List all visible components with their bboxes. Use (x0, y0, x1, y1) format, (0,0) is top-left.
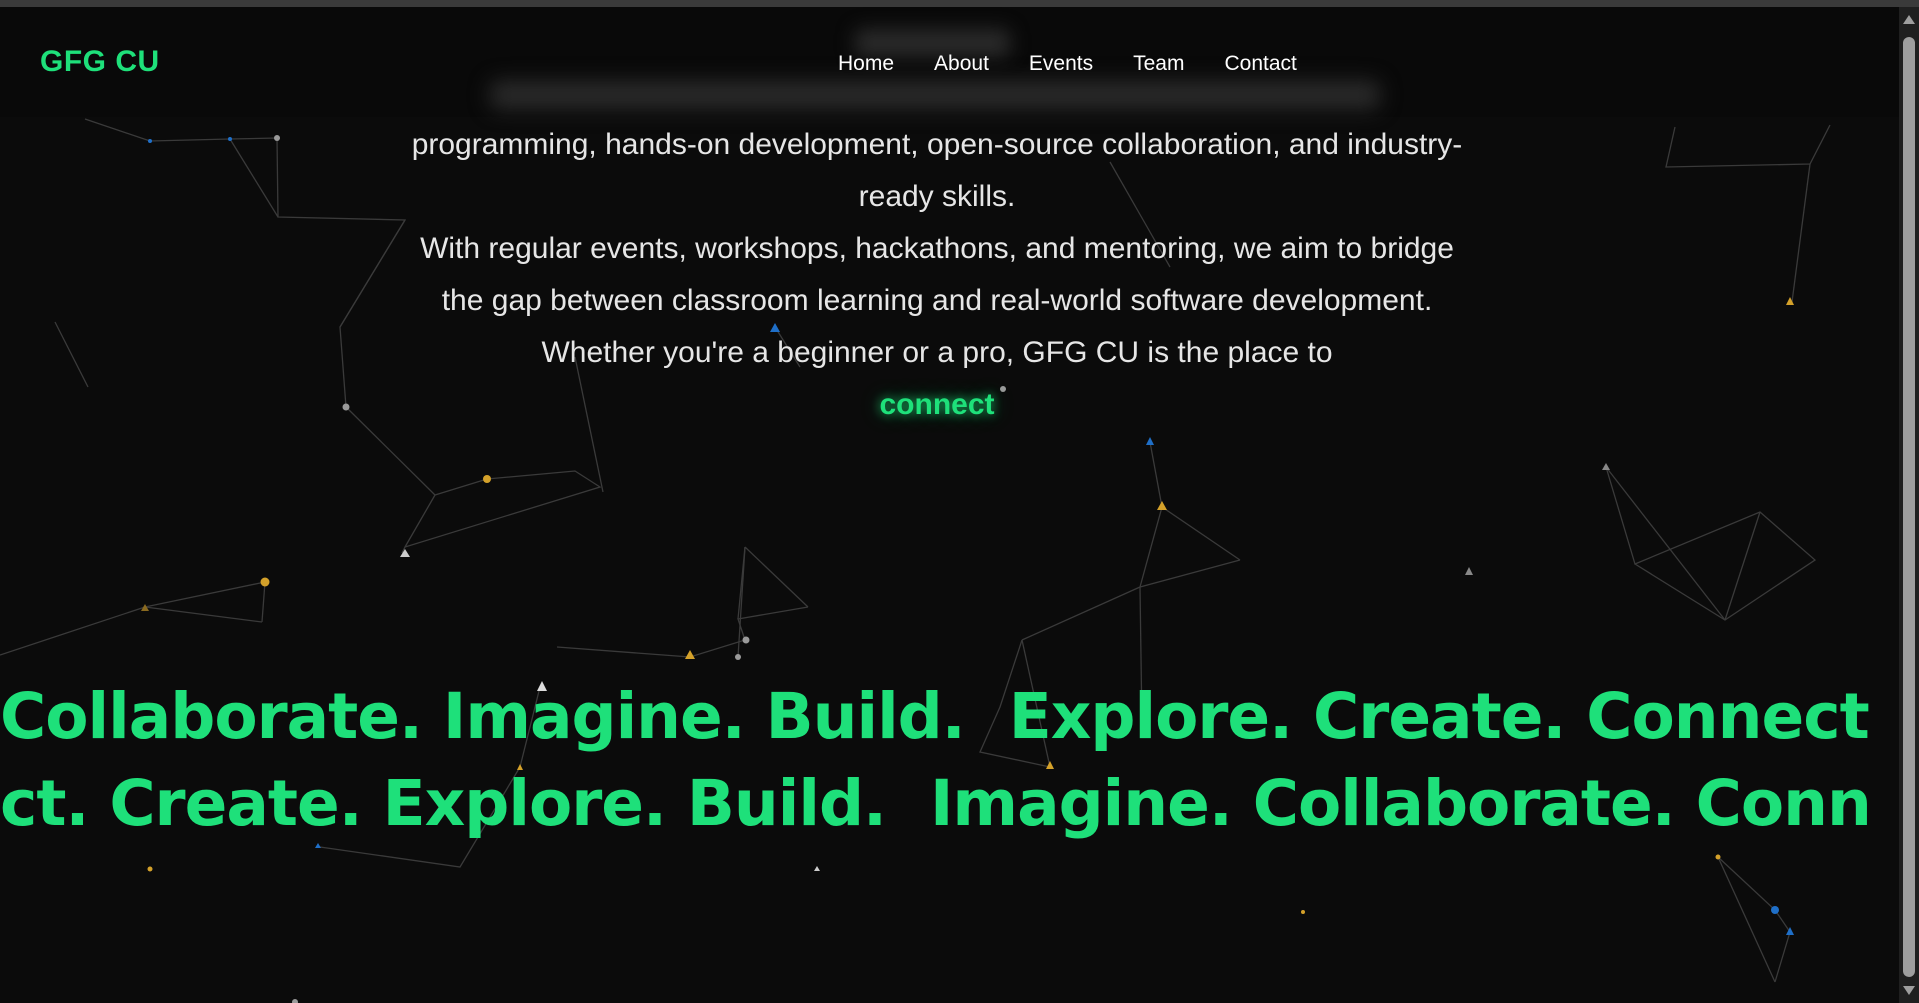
scroll-up-icon[interactable] (1903, 15, 1915, 24)
marquee-row-2-text-b: Imagine. Collaborate. Connect. Create. (929, 767, 1873, 840)
nav-team-link[interactable]: Team (1133, 52, 1184, 76)
intro-paragraph-3: Whether you're a beginner or a pro, GFG … (400, 327, 1474, 431)
marquee-row-1: Collaborate. Imagine. Build. Explore. Cre… (0, 680, 1873, 753)
about-intro-text: programming, hands-on development, open-… (400, 119, 1474, 431)
nav-contact-link[interactable]: Contact (1224, 52, 1296, 76)
page-viewport: GFG CU Home About Events Team Contact pr… (0, 7, 1899, 1003)
intro-cta-prefix: Whether you're a beginner or a pro, GFG … (541, 336, 1333, 369)
marquee-row-1-text-a: Collaborate. Imagine. Build. (0, 680, 966, 753)
marquee-section: Collaborate. Imagine. Build. Explore. Cre… (0, 667, 1873, 867)
brand-logo[interactable]: GFG CU (40, 45, 160, 79)
blurred-text-line (490, 81, 1380, 109)
marquee-row-2: ct. Create. Explore. Build. Imagine. Coll… (0, 767, 1873, 840)
nav-home-link[interactable]: Home (838, 52, 894, 76)
highlight-word: connect (879, 388, 995, 421)
nav-links: Home About Events Team Contact (838, 52, 1297, 76)
marquee-row-2-text-a: ct. Create. Explore. Build. (0, 767, 887, 840)
marquee-row-1-text-b: Explore. Create. Connect. Collaborate. (1008, 680, 1873, 753)
navbar: GFG CU Home About Events Team Contact (0, 7, 1899, 117)
nav-about-link[interactable]: About (934, 52, 989, 76)
intro-paragraph-2: With regular events, workshops, hackatho… (420, 232, 1454, 317)
scroll-down-icon[interactable] (1903, 986, 1915, 995)
intro-paragraph-1: programming, hands-on development, open-… (411, 128, 1463, 213)
vertical-scrollbar[interactable] (1899, 7, 1919, 1003)
scroll-thumb[interactable] (1903, 37, 1915, 977)
browser-top-edge (0, 0, 1919, 7)
nav-events-link[interactable]: Events (1029, 52, 1093, 76)
